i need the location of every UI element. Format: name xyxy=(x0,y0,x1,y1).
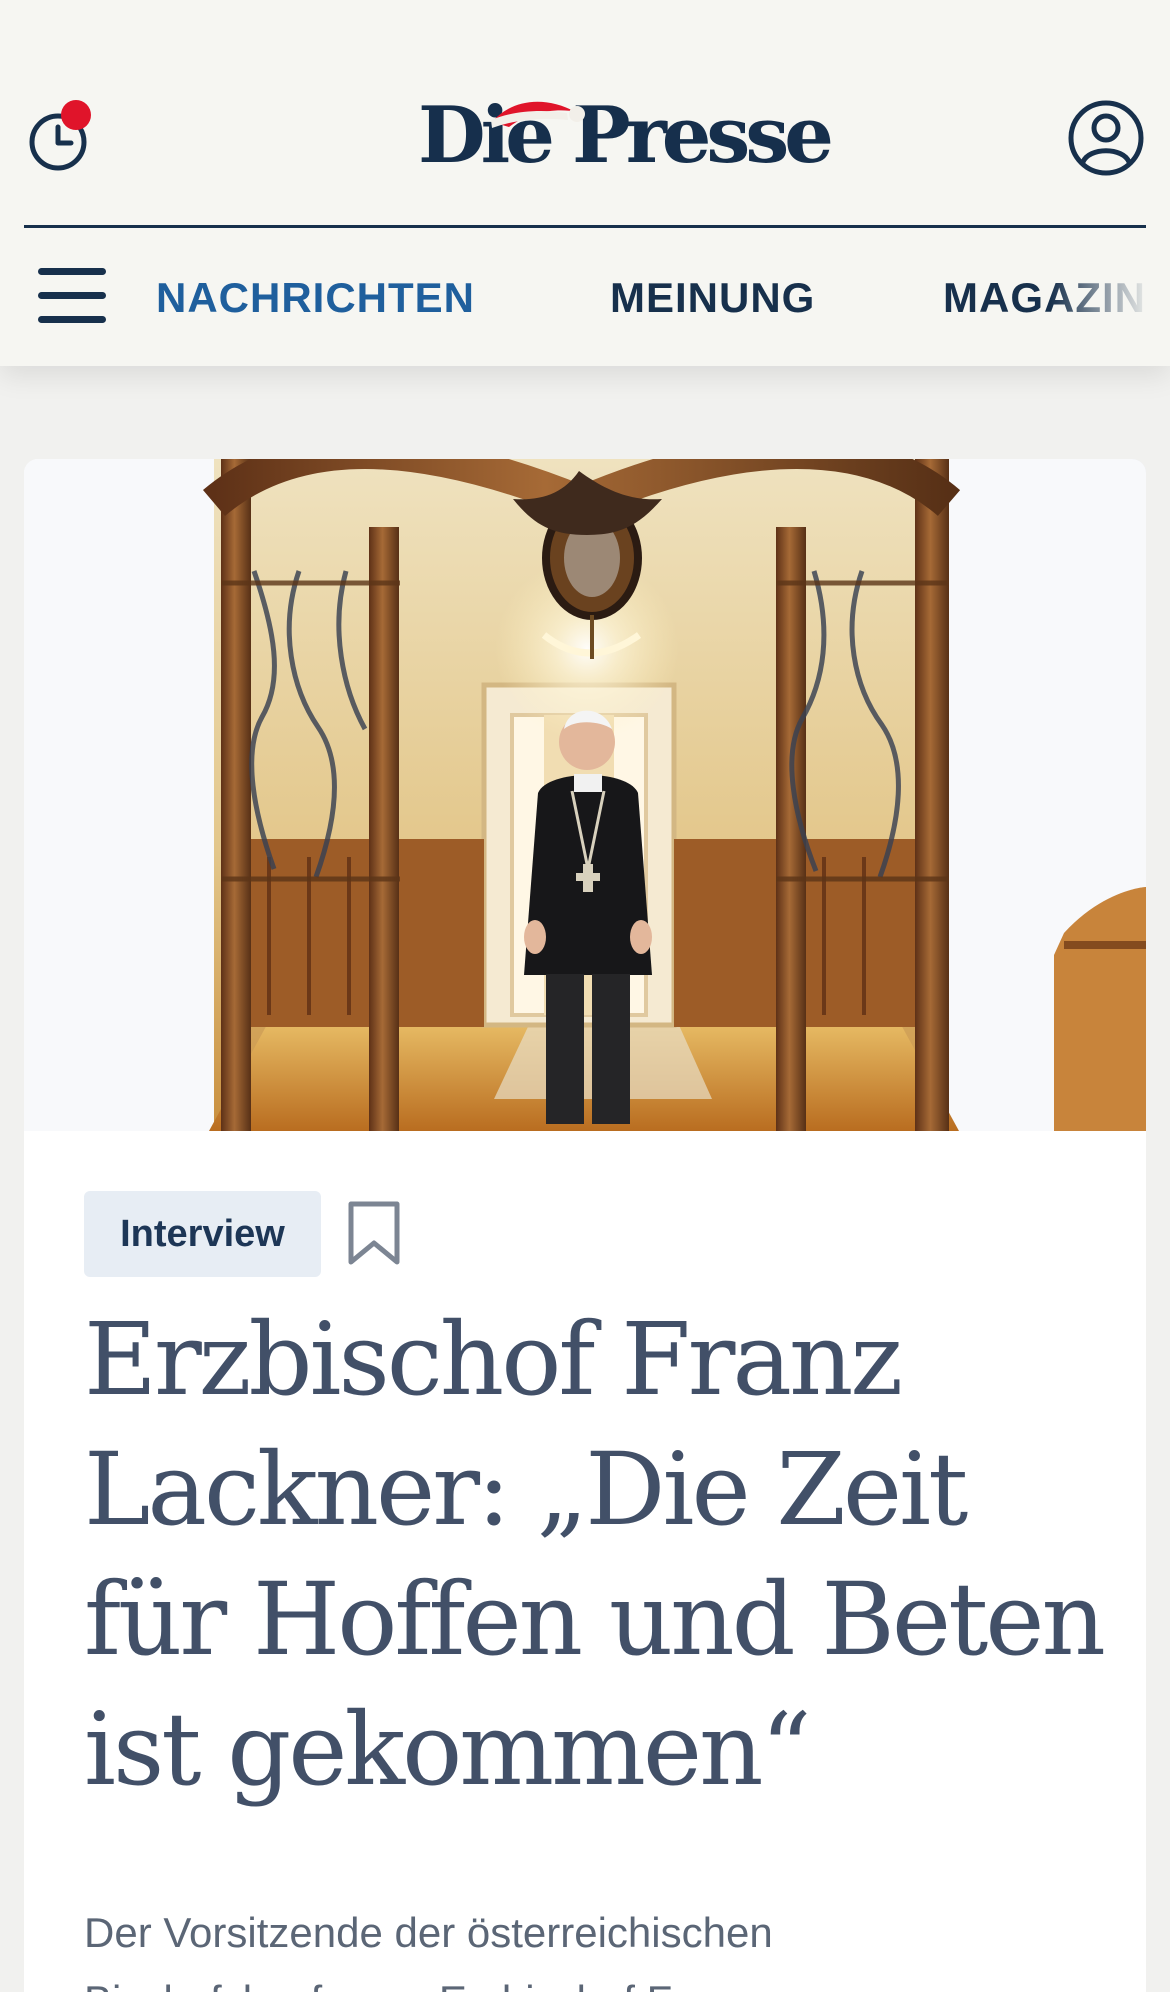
menu-icon xyxy=(38,292,106,299)
header-row: Die Presse xyxy=(0,0,1170,225)
article-headline: Erzbischof Franz Lackner: „Die Zeit für … xyxy=(84,1301,1106,1808)
header-divider xyxy=(24,225,1146,228)
bookmark-button[interactable] xyxy=(345,1200,403,1268)
site-header: Die Presse NACHRICHTEN MEINUNG MAGAZIN xyxy=(0,0,1170,366)
account-button[interactable] xyxy=(1066,98,1146,178)
article-lead: Der Vorsitzende der österreichischen Bis… xyxy=(84,1909,773,1992)
menu-icon xyxy=(38,316,106,323)
article-hero-image[interactable] xyxy=(24,459,1146,1131)
history-button[interactable] xyxy=(28,100,96,176)
site-logo[interactable]: Die Presse xyxy=(418,84,834,186)
logo-wordmark: Die Presse xyxy=(418,90,834,181)
notification-dot-icon xyxy=(61,100,91,130)
article-photo xyxy=(24,459,1146,1131)
nav-item-meinung[interactable]: MEINUNG xyxy=(610,274,815,322)
menu-button[interactable] xyxy=(38,268,106,326)
account-icon xyxy=(1068,100,1144,176)
history-clock-icon xyxy=(29,100,91,171)
nav-item-nachrichten[interactable]: NACHRICHTEN xyxy=(156,274,475,322)
santa-hat-icon xyxy=(491,101,585,128)
nav-item-magazin[interactable]: MAGAZIN xyxy=(943,274,1146,322)
section-navigation: NACHRICHTEN MEINUNG MAGAZIN xyxy=(0,232,1170,366)
bookmark-icon xyxy=(348,1201,400,1265)
article-card: Interview Erzbischof Franz Lackner: „Die… xyxy=(24,459,1146,1992)
interview-tag[interactable]: Interview xyxy=(84,1191,321,1277)
menu-icon xyxy=(38,268,106,275)
